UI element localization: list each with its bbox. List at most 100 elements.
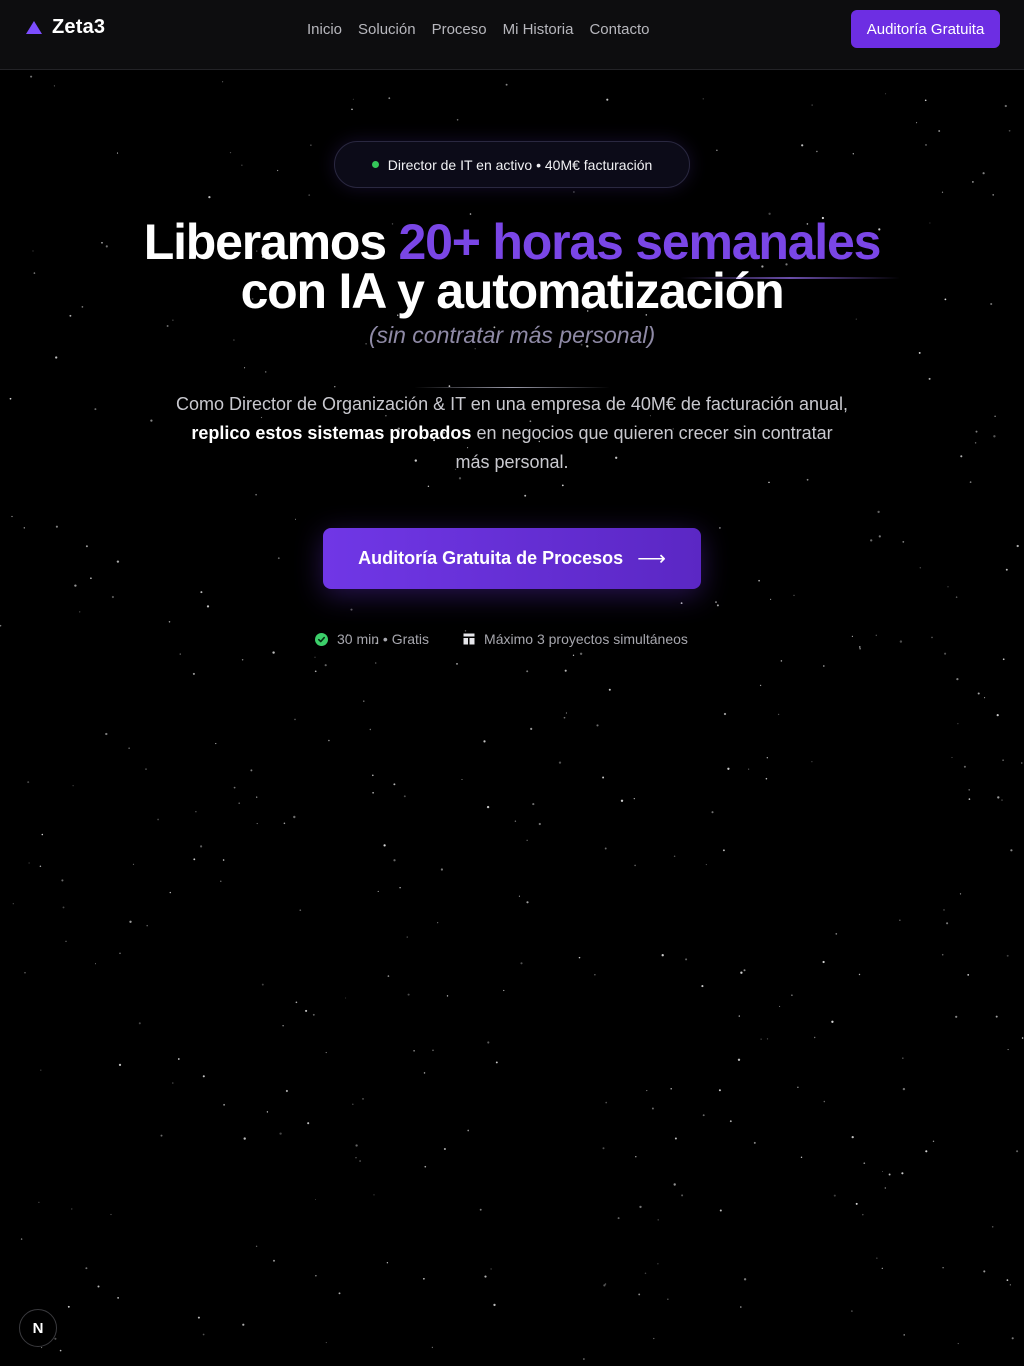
star xyxy=(526,839,528,841)
star xyxy=(1002,759,1004,762)
star xyxy=(766,757,768,759)
star xyxy=(128,747,130,749)
star xyxy=(1016,544,1019,548)
description-rest: en negocios que quieren crecer sin contr… xyxy=(455,423,833,472)
nav-links: Inicio Solución Proceso Mi Historia Cont… xyxy=(307,21,650,38)
star xyxy=(325,1052,327,1054)
accent-underline xyxy=(680,277,900,279)
star xyxy=(1001,799,1003,801)
star xyxy=(294,518,297,520)
star xyxy=(1011,1337,1014,1340)
star xyxy=(71,1208,73,1210)
star xyxy=(272,1259,276,1262)
star xyxy=(299,909,302,912)
n-badge-icon[interactable]: N xyxy=(19,1309,57,1347)
headline-line-2: con IA y automatización xyxy=(240,263,785,319)
star xyxy=(888,1173,891,1176)
star xyxy=(315,1275,317,1277)
star xyxy=(797,1086,799,1088)
star xyxy=(644,1272,647,1275)
star xyxy=(811,761,813,763)
star xyxy=(282,1025,284,1027)
star xyxy=(572,654,575,656)
star xyxy=(578,956,581,959)
star xyxy=(620,799,624,802)
star xyxy=(526,670,529,673)
star xyxy=(942,1267,944,1269)
star xyxy=(195,811,197,813)
process-audit-button[interactable]: Auditoría Gratuita de Procesos ⟶ xyxy=(323,528,701,589)
star xyxy=(285,1089,288,1093)
star xyxy=(918,351,921,354)
star xyxy=(277,557,280,560)
star xyxy=(222,81,224,83)
star xyxy=(432,1049,434,1052)
star xyxy=(835,933,838,935)
star xyxy=(314,656,316,658)
star xyxy=(899,640,903,643)
star xyxy=(993,435,996,438)
star xyxy=(39,865,42,868)
star xyxy=(28,862,30,864)
star xyxy=(681,1194,684,1197)
star xyxy=(118,1063,122,1067)
star xyxy=(564,669,567,672)
star xyxy=(12,903,14,905)
star xyxy=(932,1140,935,1143)
star xyxy=(638,1293,641,1296)
star xyxy=(208,195,211,199)
star xyxy=(983,1270,986,1273)
star xyxy=(968,789,970,791)
star xyxy=(192,672,195,675)
nav-link-contacto[interactable]: Contacto xyxy=(589,21,649,38)
star xyxy=(916,122,918,124)
star xyxy=(314,1198,317,1201)
star xyxy=(132,863,135,865)
star xyxy=(23,527,25,529)
description-line-1: Como Director de Organización & IT en un… xyxy=(175,394,849,414)
star xyxy=(753,1141,756,1144)
star xyxy=(743,1278,747,1281)
star xyxy=(505,83,508,86)
star xyxy=(314,670,317,673)
star xyxy=(85,1267,88,1270)
star xyxy=(925,143,927,146)
brand-name: Zeta3 xyxy=(52,16,106,38)
star xyxy=(172,1082,174,1084)
star xyxy=(538,822,541,826)
star xyxy=(150,419,153,422)
star xyxy=(169,891,171,894)
star xyxy=(1006,954,1009,957)
star xyxy=(514,820,517,822)
star xyxy=(1002,658,1005,661)
nav-link-proceso[interactable]: Proceso xyxy=(432,21,487,38)
nav-link-solucion[interactable]: Solución xyxy=(358,21,416,38)
star xyxy=(241,164,243,166)
star xyxy=(53,85,55,87)
description-highlight: replico estos sistemas probados xyxy=(191,423,472,443)
star xyxy=(479,1208,482,1211)
star xyxy=(138,1022,141,1025)
star xyxy=(352,98,354,100)
star xyxy=(215,743,217,745)
star xyxy=(157,818,159,821)
star xyxy=(768,481,770,484)
star xyxy=(423,1277,425,1280)
star xyxy=(524,494,527,497)
process-audit-button-label: Auditoría Gratuita de Procesos xyxy=(358,548,624,568)
star xyxy=(870,539,873,542)
nav-link-inicio[interactable]: Inicio xyxy=(307,21,342,38)
star xyxy=(11,515,13,518)
star xyxy=(702,1114,705,1117)
star xyxy=(957,1343,959,1345)
star xyxy=(806,478,809,481)
nav-link-mi-historia[interactable]: Mi Historia xyxy=(503,21,574,38)
star xyxy=(657,1219,659,1221)
nav-audit-button[interactable]: Auditoría Gratuita xyxy=(851,10,1000,48)
brand-logo[interactable]: Zeta3 xyxy=(26,16,105,39)
star xyxy=(495,1061,498,1064)
star xyxy=(902,1087,906,1091)
star xyxy=(372,791,374,794)
star xyxy=(0,624,2,627)
star xyxy=(766,1038,769,1040)
